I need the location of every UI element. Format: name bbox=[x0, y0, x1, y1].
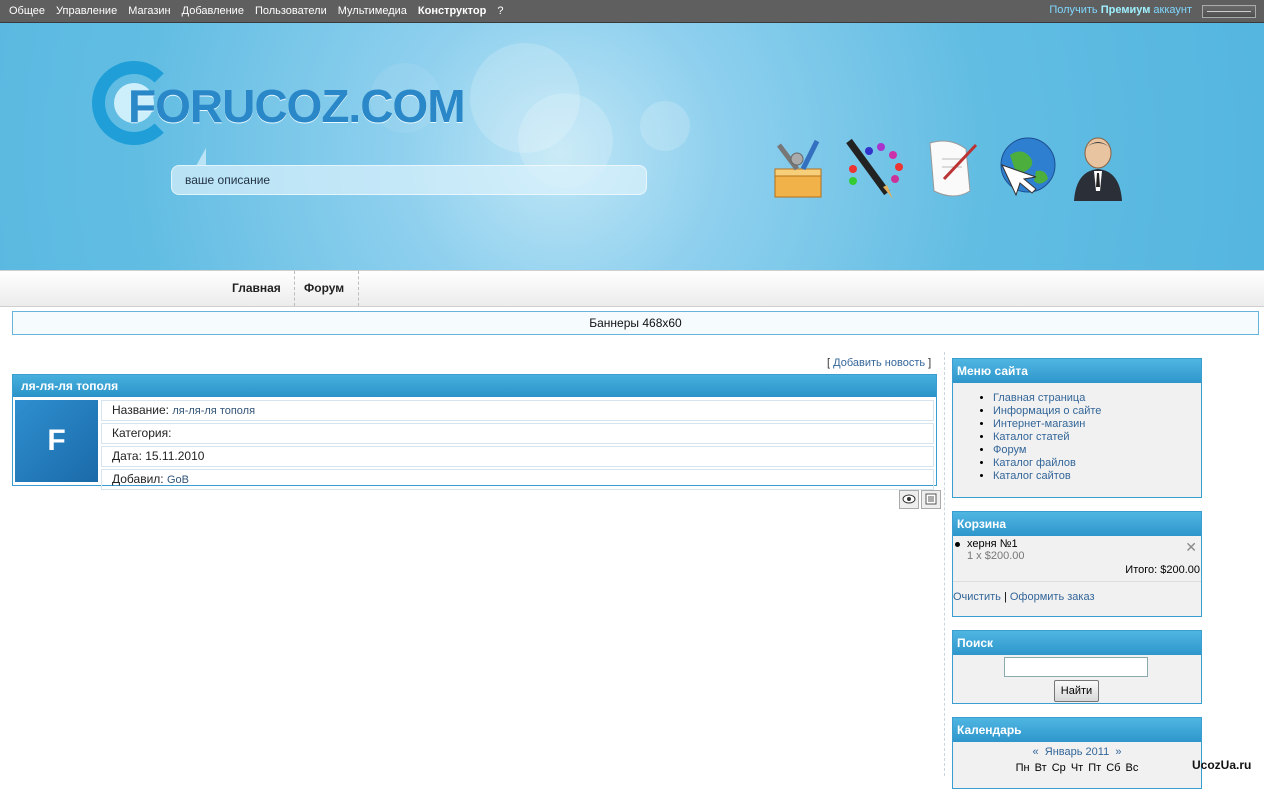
site-menu-block: Меню сайта Главная страница Информация о… bbox=[952, 358, 1202, 498]
news-name-row: Название: ля-ля-ля тополя bbox=[101, 400, 934, 421]
site-menu-item-label[interactable]: Информация о сайте bbox=[993, 405, 1101, 417]
site-menu-item[interactable]: Каталог сайтов bbox=[993, 470, 1201, 483]
admin-menu-multimedia[interactable]: Мультимедиа bbox=[338, 5, 407, 17]
name-label: Название: bbox=[112, 403, 169, 417]
view-icon[interactable] bbox=[899, 490, 919, 509]
add-news-button[interactable]: Добавить новость bbox=[833, 357, 925, 369]
site-menu-item[interactable]: Форум bbox=[993, 444, 1201, 457]
nav-divider bbox=[358, 271, 359, 306]
site-menu-item-label[interactable]: Интернет-магазин bbox=[993, 418, 1085, 430]
site-menu-title: Меню сайта bbox=[953, 359, 1201, 383]
search-button[interactable]: Найти bbox=[1054, 680, 1099, 702]
toolbar-slider[interactable] bbox=[1202, 5, 1256, 18]
admin-menu-constructor[interactable]: Конструктор bbox=[418, 5, 486, 17]
speech-tail bbox=[196, 148, 206, 166]
premium-bold: Премиум bbox=[1100, 4, 1151, 16]
news-details: Название: ля-ля-ля тополя Категория: Дат… bbox=[101, 400, 934, 492]
site-menu-item[interactable]: Информация о сайте bbox=[993, 405, 1201, 418]
cart-clear-link[interactable]: Очистить bbox=[953, 591, 1001, 603]
site-menu-item[interactable]: Каталог файлов bbox=[993, 457, 1201, 470]
site-menu-item[interactable]: Главная страница bbox=[993, 392, 1201, 405]
remove-item-icon[interactable]: ✕ bbox=[1185, 539, 1197, 556]
cart-checkout-link[interactable]: Оформить заказ bbox=[1010, 591, 1095, 603]
cart-title: Корзина bbox=[953, 512, 1201, 536]
admin-menu-shop[interactable]: Магазин bbox=[128, 5, 170, 17]
add-news-link: [ Добавить новость ] bbox=[827, 357, 931, 369]
calendar-month-label[interactable]: Январь 2011 bbox=[1045, 746, 1109, 758]
name-value[interactable]: ля-ля-ля тополя bbox=[172, 405, 255, 417]
nav-home[interactable]: Главная bbox=[222, 271, 291, 306]
site-menu-item-label[interactable]: Форум bbox=[993, 444, 1026, 456]
user-suit-icon[interactable] bbox=[1068, 135, 1130, 201]
news-actions bbox=[897, 490, 941, 509]
calendar-title: Календарь bbox=[953, 718, 1201, 742]
admin-menu-users[interactable]: Пользователи bbox=[255, 5, 327, 17]
calendar-month-nav: « Январь 2011 » bbox=[953, 746, 1201, 758]
site-menu-item-label[interactable]: Каталог файлов bbox=[993, 457, 1076, 469]
site-menu-item[interactable]: Каталог статей bbox=[993, 431, 1201, 444]
premium-prefix: Получить bbox=[1049, 4, 1098, 16]
banner-placeholder[interactable]: Баннеры 468x60 bbox=[12, 311, 1259, 335]
site-menu-item-label[interactable]: Каталог сайтов bbox=[993, 470, 1071, 482]
admin-top-bar: Общее Управление Магазин Добавление Поль… bbox=[0, 0, 1264, 23]
cart-block: Корзина херня №1 1 x $200.00 ✕ Итого: $2… bbox=[952, 511, 1202, 617]
cart-item: херня №1 1 x $200.00 ✕ bbox=[953, 536, 1201, 562]
tools-box-icon[interactable] bbox=[767, 135, 829, 201]
logo-text: FORUCOZ.COM bbox=[128, 80, 466, 132]
calendar-prev-button[interactable]: « bbox=[1033, 746, 1039, 758]
globe-cursor-icon[interactable] bbox=[996, 135, 1058, 201]
site-description: ваше описание bbox=[171, 148, 647, 195]
date-label: Дата: bbox=[112, 449, 142, 463]
thumbnail-letter: F bbox=[47, 424, 66, 457]
news-category-row: Категория: bbox=[101, 423, 934, 444]
cart-total: Итого: $200.00 bbox=[1125, 564, 1200, 576]
calendar-weekdays: Пн Вт Ср Чт Пт Сб Вс bbox=[1015, 762, 1139, 774]
site-logo[interactable]: FORUCOZ.COM bbox=[92, 59, 466, 149]
admin-menu-add[interactable]: Добавление bbox=[182, 5, 244, 17]
decor-bubble bbox=[640, 101, 690, 151]
category-label: Категория: bbox=[112, 426, 172, 440]
nav-forum[interactable]: Форум bbox=[294, 271, 354, 306]
admin-menu-management[interactable]: Управление bbox=[56, 5, 117, 17]
add-news-bracket-close: ] bbox=[928, 357, 932, 369]
watermark: UcozUa.ru bbox=[1192, 758, 1252, 772]
site-description-text: ваше описание bbox=[185, 173, 271, 187]
cart-actions: Очистить | Оформить заказ bbox=[953, 581, 1201, 603]
news-date-row: Дата: 15.11.2010 bbox=[101, 446, 934, 467]
add-news-bracket-open: [ bbox=[827, 357, 831, 369]
details-icon[interactable] bbox=[921, 490, 941, 509]
cart-item-name[interactable]: херня №1 bbox=[967, 538, 1201, 550]
cart-item-qty: 1 x $200.00 bbox=[967, 550, 1025, 562]
news-entry: ля-ля-ля тополя F Название: ля-ля-ля топ… bbox=[12, 374, 937, 490]
site-menu-item-label[interactable]: Каталог статей bbox=[993, 431, 1070, 443]
news-title[interactable]: ля-ля-ля тополя bbox=[13, 375, 936, 397]
author-label: Добавил: bbox=[112, 472, 164, 486]
news-thumbnail[interactable]: F bbox=[15, 400, 98, 482]
search-block: Поиск Найти bbox=[952, 630, 1202, 704]
premium-suffix: аккаунт bbox=[1153, 4, 1192, 16]
search-input[interactable] bbox=[1004, 657, 1148, 677]
calendar-block: Календарь « Январь 2011 » Пн Вт Ср Чт Пт… bbox=[952, 717, 1202, 789]
site-header: FORUCOZ.COM ваше описание bbox=[0, 23, 1264, 270]
news-author-row: Добавил: GoB bbox=[101, 469, 934, 490]
scroll-quill-icon[interactable] bbox=[920, 135, 982, 201]
admin-menu-help[interactable]: ? bbox=[497, 5, 503, 17]
date-value: 15.11.2010 bbox=[145, 449, 205, 463]
author-value[interactable]: GoB bbox=[167, 474, 189, 486]
admin-menu: Общее Управление Магазин Добавление Поль… bbox=[4, 0, 509, 22]
search-title: Поиск bbox=[953, 631, 1201, 655]
site-menu-list: Главная страница Информация о сайте Инте… bbox=[953, 383, 1201, 483]
column-divider bbox=[944, 352, 945, 776]
site-menu-item-label[interactable]: Главная страница bbox=[993, 392, 1085, 404]
site-menu-item[interactable]: Интернет-магазин bbox=[993, 418, 1201, 431]
calendar-next-button[interactable]: » bbox=[1115, 746, 1121, 758]
palette-brush-icon[interactable] bbox=[843, 135, 905, 201]
main-nav: Главная Форум bbox=[0, 270, 1264, 307]
premium-link[interactable]: Получить Премиум аккаунт bbox=[1049, 4, 1192, 16]
cart-links-divider: | bbox=[1003, 591, 1007, 603]
admin-menu-general[interactable]: Общее bbox=[9, 5, 45, 17]
